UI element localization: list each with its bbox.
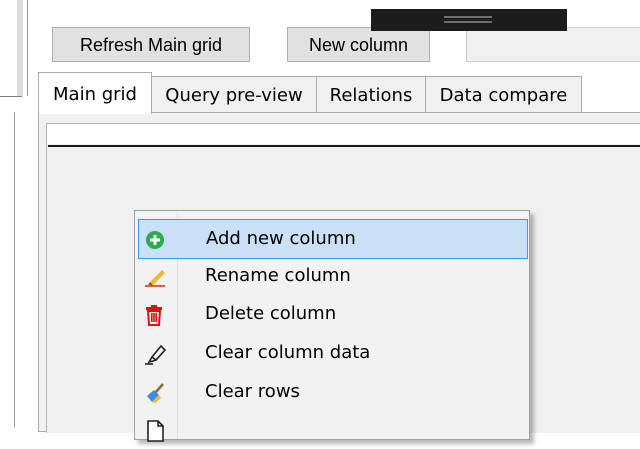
menu-item-clear-column-data[interactable]: Clear column data — [138, 334, 526, 372]
grid-header-line — [48, 145, 640, 147]
tab-relations[interactable]: Relations — [316, 76, 426, 113]
floating-drag-bar[interactable] — [371, 9, 567, 31]
broom-icon — [144, 382, 168, 403]
plus-circle-icon — [145, 229, 169, 249]
menu-item-delete-column[interactable]: Delete column — [138, 295, 526, 333]
new-column-button[interactable]: New column — [287, 27, 430, 62]
grip-line — [444, 21, 492, 23]
menu-item-rename-column[interactable]: Rename column — [138, 257, 526, 295]
menu-item-clear-rows[interactable]: Clear rows — [138, 373, 526, 411]
tab-data-compare[interactable]: Data compare — [425, 76, 582, 113]
menu-item-label: Add new column — [206, 228, 356, 249]
menu-item-partial[interactable] — [138, 411, 526, 449]
toolbar-button-empty[interactable] — [466, 27, 640, 62]
document-icon — [144, 420, 168, 442]
left-panel-border-lower — [14, 112, 15, 427]
pencil-icon — [144, 266, 168, 287]
trash-icon — [144, 304, 168, 326]
tab-query-preview[interactable]: Query pre-view — [151, 76, 317, 113]
left-panel-border — [27, 0, 28, 96]
menu-item-add-new-column[interactable]: Add new column — [138, 219, 528, 259]
menu-item-label: Clear rows — [205, 381, 300, 402]
grip-line — [444, 16, 492, 18]
context-menu: Add new column Rename column Delete colu… — [134, 210, 530, 442]
highlighter-icon — [144, 343, 168, 365]
menu-item-label: Clear column data — [205, 342, 371, 363]
refresh-main-grid-button[interactable]: Refresh Main grid — [52, 27, 250, 62]
tab-main-grid[interactable]: Main grid — [38, 72, 152, 114]
left-scrollbar[interactable] — [17, 0, 23, 96]
menu-item-label: Delete column — [205, 303, 337, 324]
menu-item-label: Rename column — [205, 265, 351, 286]
grid-header — [47, 124, 640, 144]
left-panel-divider — [0, 96, 22, 97]
